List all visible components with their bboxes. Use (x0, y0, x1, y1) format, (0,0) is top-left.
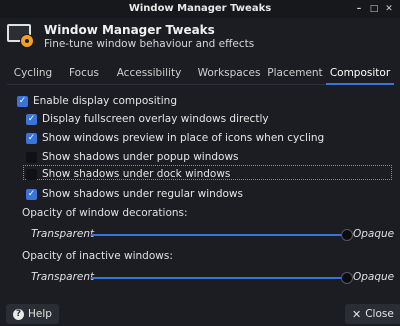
tab-workspaces[interactable]: Workspaces (191, 62, 267, 84)
window-title: Window Manager Tweaks (128, 3, 272, 14)
checkbox-label: Display fullscreen overlay windows direc… (42, 113, 269, 125)
tab-compositor[interactable]: Compositor (326, 62, 394, 85)
inactive-opacity-label: Opacity of inactive windows: (22, 250, 173, 262)
window-close-icon[interactable]: ✕ (384, 0, 394, 18)
minimize-icon[interactable]: – (354, 0, 364, 18)
checkbox-checked-icon: ✓ (26, 188, 37, 200)
help-button[interactable]: ? Help (6, 304, 59, 324)
windows-preview-checkbox[interactable]: ✓ Show windows preview in place of icons… (26, 131, 324, 145)
slider-min-label: Transparent (31, 271, 95, 283)
checkbox-unchecked-icon (26, 151, 37, 163)
dock-shadows-checkbox[interactable]: Show shadows under dock windows (26, 167, 230, 181)
header-title: Window Manager Tweaks (44, 23, 215, 37)
tab-bar: Cycling Focus Accessibility Workspaces P… (7, 62, 394, 85)
close-button[interactable]: ✕ Close (345, 304, 400, 324)
button-bar: ? Help ✕ Close (0, 304, 400, 326)
decorations-opacity-slider[interactable]: Transparent Opaque (7, 228, 394, 242)
slider-min-label: Transparent (31, 228, 95, 240)
window-controls: – □ ✕ (354, 0, 394, 18)
checkbox-label: Enable display compositing (33, 95, 177, 107)
slider-max-label: Opaque (353, 228, 395, 240)
slider-track[interactable] (91, 277, 347, 279)
slider-track[interactable] (91, 234, 347, 236)
decorations-opacity-label: Opacity of window decorations: (22, 207, 188, 219)
compositor-panel: ✓ Enable display compositing ✓ Display f… (7, 85, 394, 297)
enable-compositing-checkbox[interactable]: ✓ Enable display compositing (17, 94, 177, 108)
checkbox-checked-icon: ✓ (26, 113, 37, 125)
help-button-label: Help (28, 308, 52, 320)
window-manager-tweaks-icon (7, 24, 35, 47)
slider-max-label: Opaque (353, 271, 395, 283)
inactive-opacity-slider[interactable]: Transparent Opaque (7, 271, 394, 285)
regular-shadows-checkbox[interactable]: ✓ Show shadows under regular windows (26, 187, 243, 201)
close-icon: ✕ (352, 307, 362, 321)
slider-handle[interactable] (341, 272, 353, 284)
tab-focus[interactable]: Focus (63, 62, 105, 84)
checkbox-label: Show shadows under popup windows (42, 151, 239, 163)
checkbox-checked-icon: ✓ (17, 95, 28, 107)
slider-handle[interactable] (341, 229, 353, 241)
checkbox-checked-icon: ✓ (26, 132, 37, 144)
tab-accessibility[interactable]: Accessibility (110, 62, 188, 84)
tab-placement[interactable]: Placement (263, 62, 327, 84)
checkbox-unchecked-icon (26, 168, 37, 180)
dialog-header: Window Manager Tweaks Fine-tune window b… (0, 18, 400, 58)
checkbox-label: Show windows preview in place of icons w… (42, 132, 325, 144)
popup-shadows-checkbox[interactable]: Show shadows under popup windows (26, 150, 239, 164)
maximize-icon[interactable]: □ (369, 0, 379, 18)
checkbox-label: Show shadows under regular windows (42, 188, 243, 200)
close-button-label: Close (365, 308, 394, 320)
title-bar: Window Manager Tweaks – □ ✕ (0, 0, 400, 18)
checkbox-label: Show shadows under dock windows (42, 168, 231, 180)
help-icon: ? (13, 308, 24, 320)
fullscreen-overlay-checkbox[interactable]: ✓ Display fullscreen overlay windows dir… (26, 112, 269, 126)
header-subtitle: Fine-tune window behaviour and effects (44, 38, 255, 50)
tab-cycling[interactable]: Cycling (7, 62, 59, 84)
